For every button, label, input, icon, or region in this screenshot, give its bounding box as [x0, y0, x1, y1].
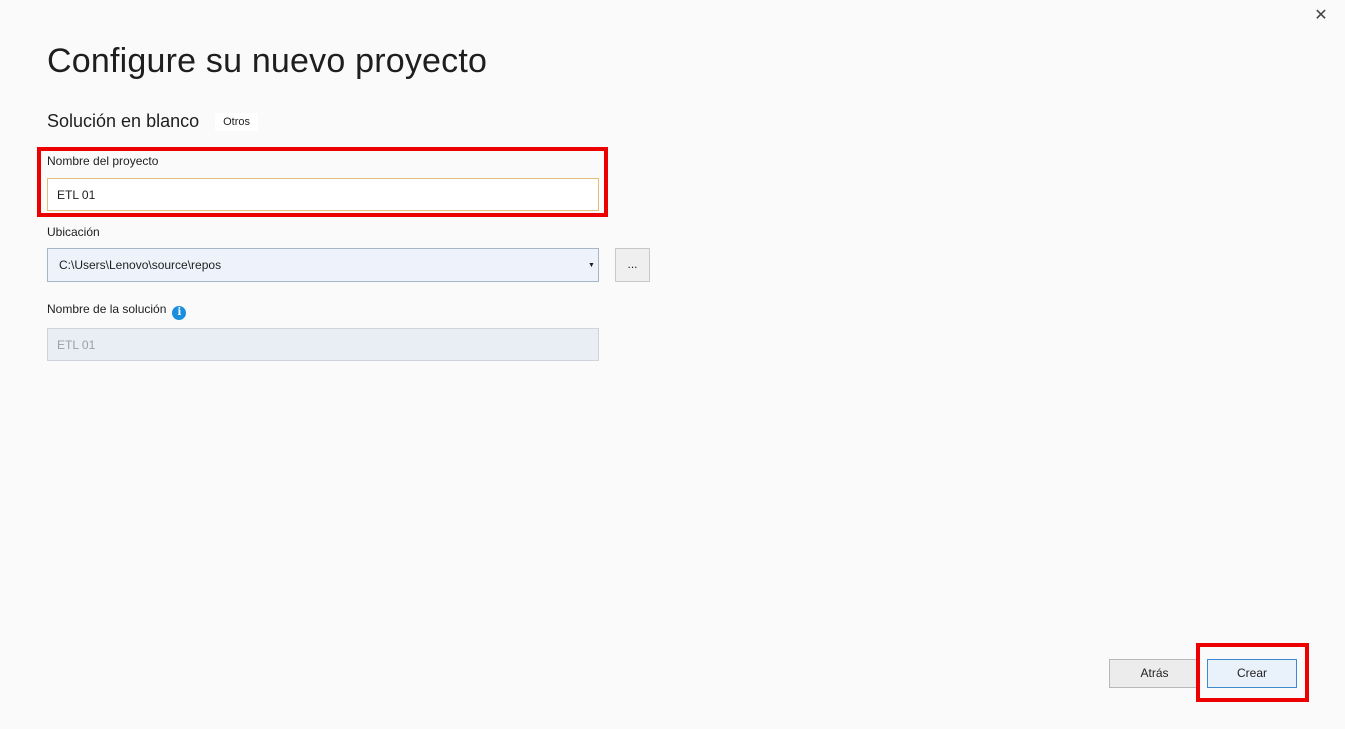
page-title: Configure su nuevo proyecto — [47, 42, 488, 80]
template-name: Solución en blanco — [47, 111, 200, 131]
close-icon[interactable]: ✕ — [1312, 7, 1330, 25]
location-combobox[interactable]: C:\Users\Lenovo\source\repos ▼ — [47, 248, 599, 282]
template-info: Solución en blanco Otros — [47, 111, 259, 132]
template-tag: Otros — [215, 112, 259, 131]
configure-project-dialog: ✕ Configure su nuevo proyecto Solución e… — [0, 0, 1345, 729]
back-button[interactable]: Atrás — [1109, 659, 1200, 688]
solution-name-label: Nombre de la solución — [47, 302, 167, 316]
location-label: Ubicación — [47, 225, 100, 239]
create-button[interactable]: Crear — [1207, 659, 1297, 688]
browse-button[interactable]: ... — [615, 248, 650, 282]
solution-name-label-row: Nombre de la solución i — [47, 302, 187, 320]
chevron-down-icon[interactable]: ▼ — [585, 249, 598, 281]
project-name-label: Nombre del proyecto — [47, 154, 159, 168]
solution-name-input — [47, 328, 599, 361]
info-icon[interactable]: i — [172, 306, 187, 320]
location-value[interactable]: C:\Users\Lenovo\source\repos — [48, 258, 585, 272]
project-name-input[interactable] — [47, 178, 599, 211]
